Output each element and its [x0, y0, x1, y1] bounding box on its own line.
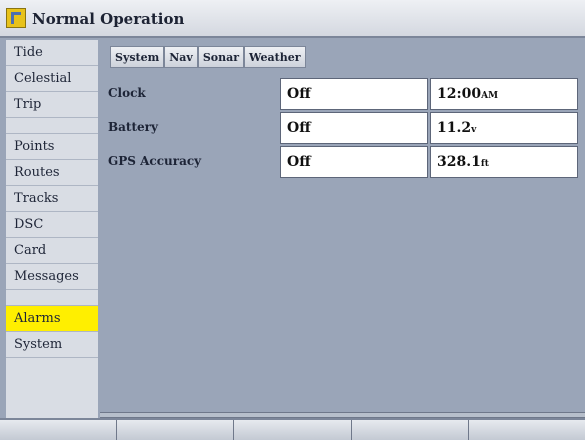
alarm-state-field[interactable]: Off	[280, 112, 428, 144]
sidebar-item-messages[interactable]: Messages	[6, 264, 98, 290]
sidebar-item-alarms[interactable]: Alarms	[6, 306, 98, 332]
softkey-bar	[0, 418, 585, 440]
alarm-unit: AM	[481, 91, 499, 101]
softkey-5[interactable]	[468, 420, 585, 440]
alarms-panel: System Nav Sonar Weather Clock Off 12:00AM Bat…	[100, 40, 585, 412]
device-screen: Normal Operation Tide Celestial Trip Points…	[0, 0, 585, 440]
alarm-value: 328.1	[437, 154, 481, 170]
alarm-value: 11.2	[437, 120, 472, 136]
sidebar-divider	[6, 290, 98, 306]
softkey-2[interactable]	[117, 420, 235, 440]
alarm-row: Clock Off 12:00AM	[100, 78, 585, 112]
tab-sonar[interactable]: Sonar	[197, 46, 245, 68]
tab-system[interactable]: System	[110, 46, 165, 68]
sidebar-item-tide[interactable]: Tide	[6, 40, 98, 66]
sidebar-item-system[interactable]: System	[6, 332, 98, 358]
alarm-row: GPS Accuracy Off 328.1ft	[100, 146, 585, 180]
softkey-3[interactable]	[234, 420, 352, 440]
alarm-label: Battery	[108, 120, 158, 134]
garmin-flag-icon	[6, 8, 26, 28]
alarm-tabs: System Nav Sonar Weather	[110, 46, 306, 68]
sidebar-menu: Tide Celestial Trip Points Routes Tracks DSC Ca…	[6, 40, 98, 418]
title-bar: Normal Operation	[0, 0, 585, 38]
alarm-label: Clock	[108, 86, 146, 100]
alarm-row: Battery Off 11.2v	[100, 112, 585, 146]
sidebar-divider	[6, 118, 98, 134]
alarm-unit: ft	[480, 159, 489, 169]
softkey-1[interactable]	[0, 420, 118, 440]
alarm-value-field[interactable]: 328.1ft	[430, 146, 578, 178]
alarm-state-field[interactable]: Off	[280, 78, 428, 110]
alarm-value: 12:00	[437, 86, 482, 102]
tab-weather[interactable]: Weather	[244, 46, 306, 68]
softkey-4[interactable]	[351, 420, 469, 440]
alarm-value-field[interactable]: 11.2v	[430, 112, 578, 144]
sidebar-item-trip[interactable]: Trip	[6, 92, 98, 118]
alarm-unit: v	[471, 125, 477, 135]
alarm-label: GPS Accuracy	[108, 154, 202, 168]
page-title: Normal Operation	[32, 10, 185, 28]
sidebar-item-points[interactable]: Points	[6, 134, 98, 160]
sidebar-item-card[interactable]: Card	[6, 238, 98, 264]
sidebar-item-tracks[interactable]: Tracks	[6, 186, 98, 212]
tab-nav[interactable]: Nav	[164, 46, 198, 68]
alarm-state-field[interactable]: Off	[280, 146, 428, 178]
sidebar-item-celestial[interactable]: Celestial	[6, 66, 98, 92]
alarm-value-field[interactable]: 12:00AM	[430, 78, 578, 110]
sidebar-item-routes[interactable]: Routes	[6, 160, 98, 186]
sidebar-item-dsc[interactable]: DSC	[6, 212, 98, 238]
